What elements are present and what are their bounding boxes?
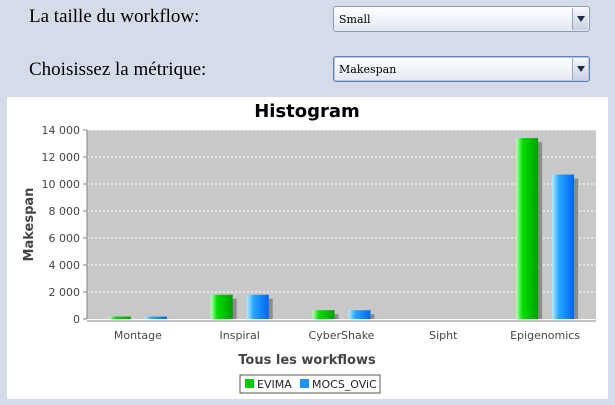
bar-mocs-ovic [246,294,269,319]
dropdown-button[interactable] [572,58,588,80]
legend-label-evima: EVIMA [257,378,292,391]
dropdown-button[interactable] [572,8,588,30]
x-tick-label: Epigenomics [510,329,580,342]
bar-evima [210,294,233,319]
x-tick-label: CyberShake [309,329,375,342]
bar-evima [516,138,539,319]
workflow-size-dropdown[interactable]: Small [333,6,590,32]
x-tick-label: Inspiral [220,329,260,342]
y-tick-label: 8 000 [49,205,81,218]
workflow-size-label: La taille du workflow: [29,6,200,27]
chevron-down-icon [576,16,585,22]
y-axis-label: Makespan [22,188,37,262]
metric-value: Makespan [339,63,397,76]
x-tick-label: Sipht [429,329,458,342]
y-tick-label: 4 000 [49,259,81,272]
y-tick-label: 2 000 [49,286,81,299]
bar-mocs-ovic [552,174,575,319]
y-tick-label: 14 000 [42,124,81,137]
y-tick-label: 0 [73,313,80,326]
bar-evima [108,316,131,319]
x-tick-label: Montage [114,329,162,342]
bar-mocs-ovic [348,310,371,319]
metric-label: Choisissez la métrique: [29,59,207,80]
legend-swatch-evima [245,379,254,388]
metric-dropdown[interactable]: Makespan [333,56,590,82]
chevron-down-icon [576,66,585,72]
bar-evima [312,310,335,319]
legend-label-mocs-ovic: MOCS_OViC [312,378,377,391]
x-axis-label: Tous les workflows [238,353,376,368]
bar-mocs-ovic [144,316,167,319]
y-tick-label: 10 000 [42,178,81,191]
histogram-chart: Histogram 0 2 000 4 000 6 000 8 000 10 000 12 0… [22,101,596,394]
histogram-panel: Histogram 0 2 000 4 000 6 000 8 000 10 000 12 0… [7,97,608,399]
legend-swatch-mocs-ovic [300,379,309,388]
chart-title: Histogram [254,101,360,122]
y-tick-label: 6 000 [49,232,81,245]
y-tick-label: 12 000 [42,151,81,164]
workflow-size-value: Small [339,13,371,26]
